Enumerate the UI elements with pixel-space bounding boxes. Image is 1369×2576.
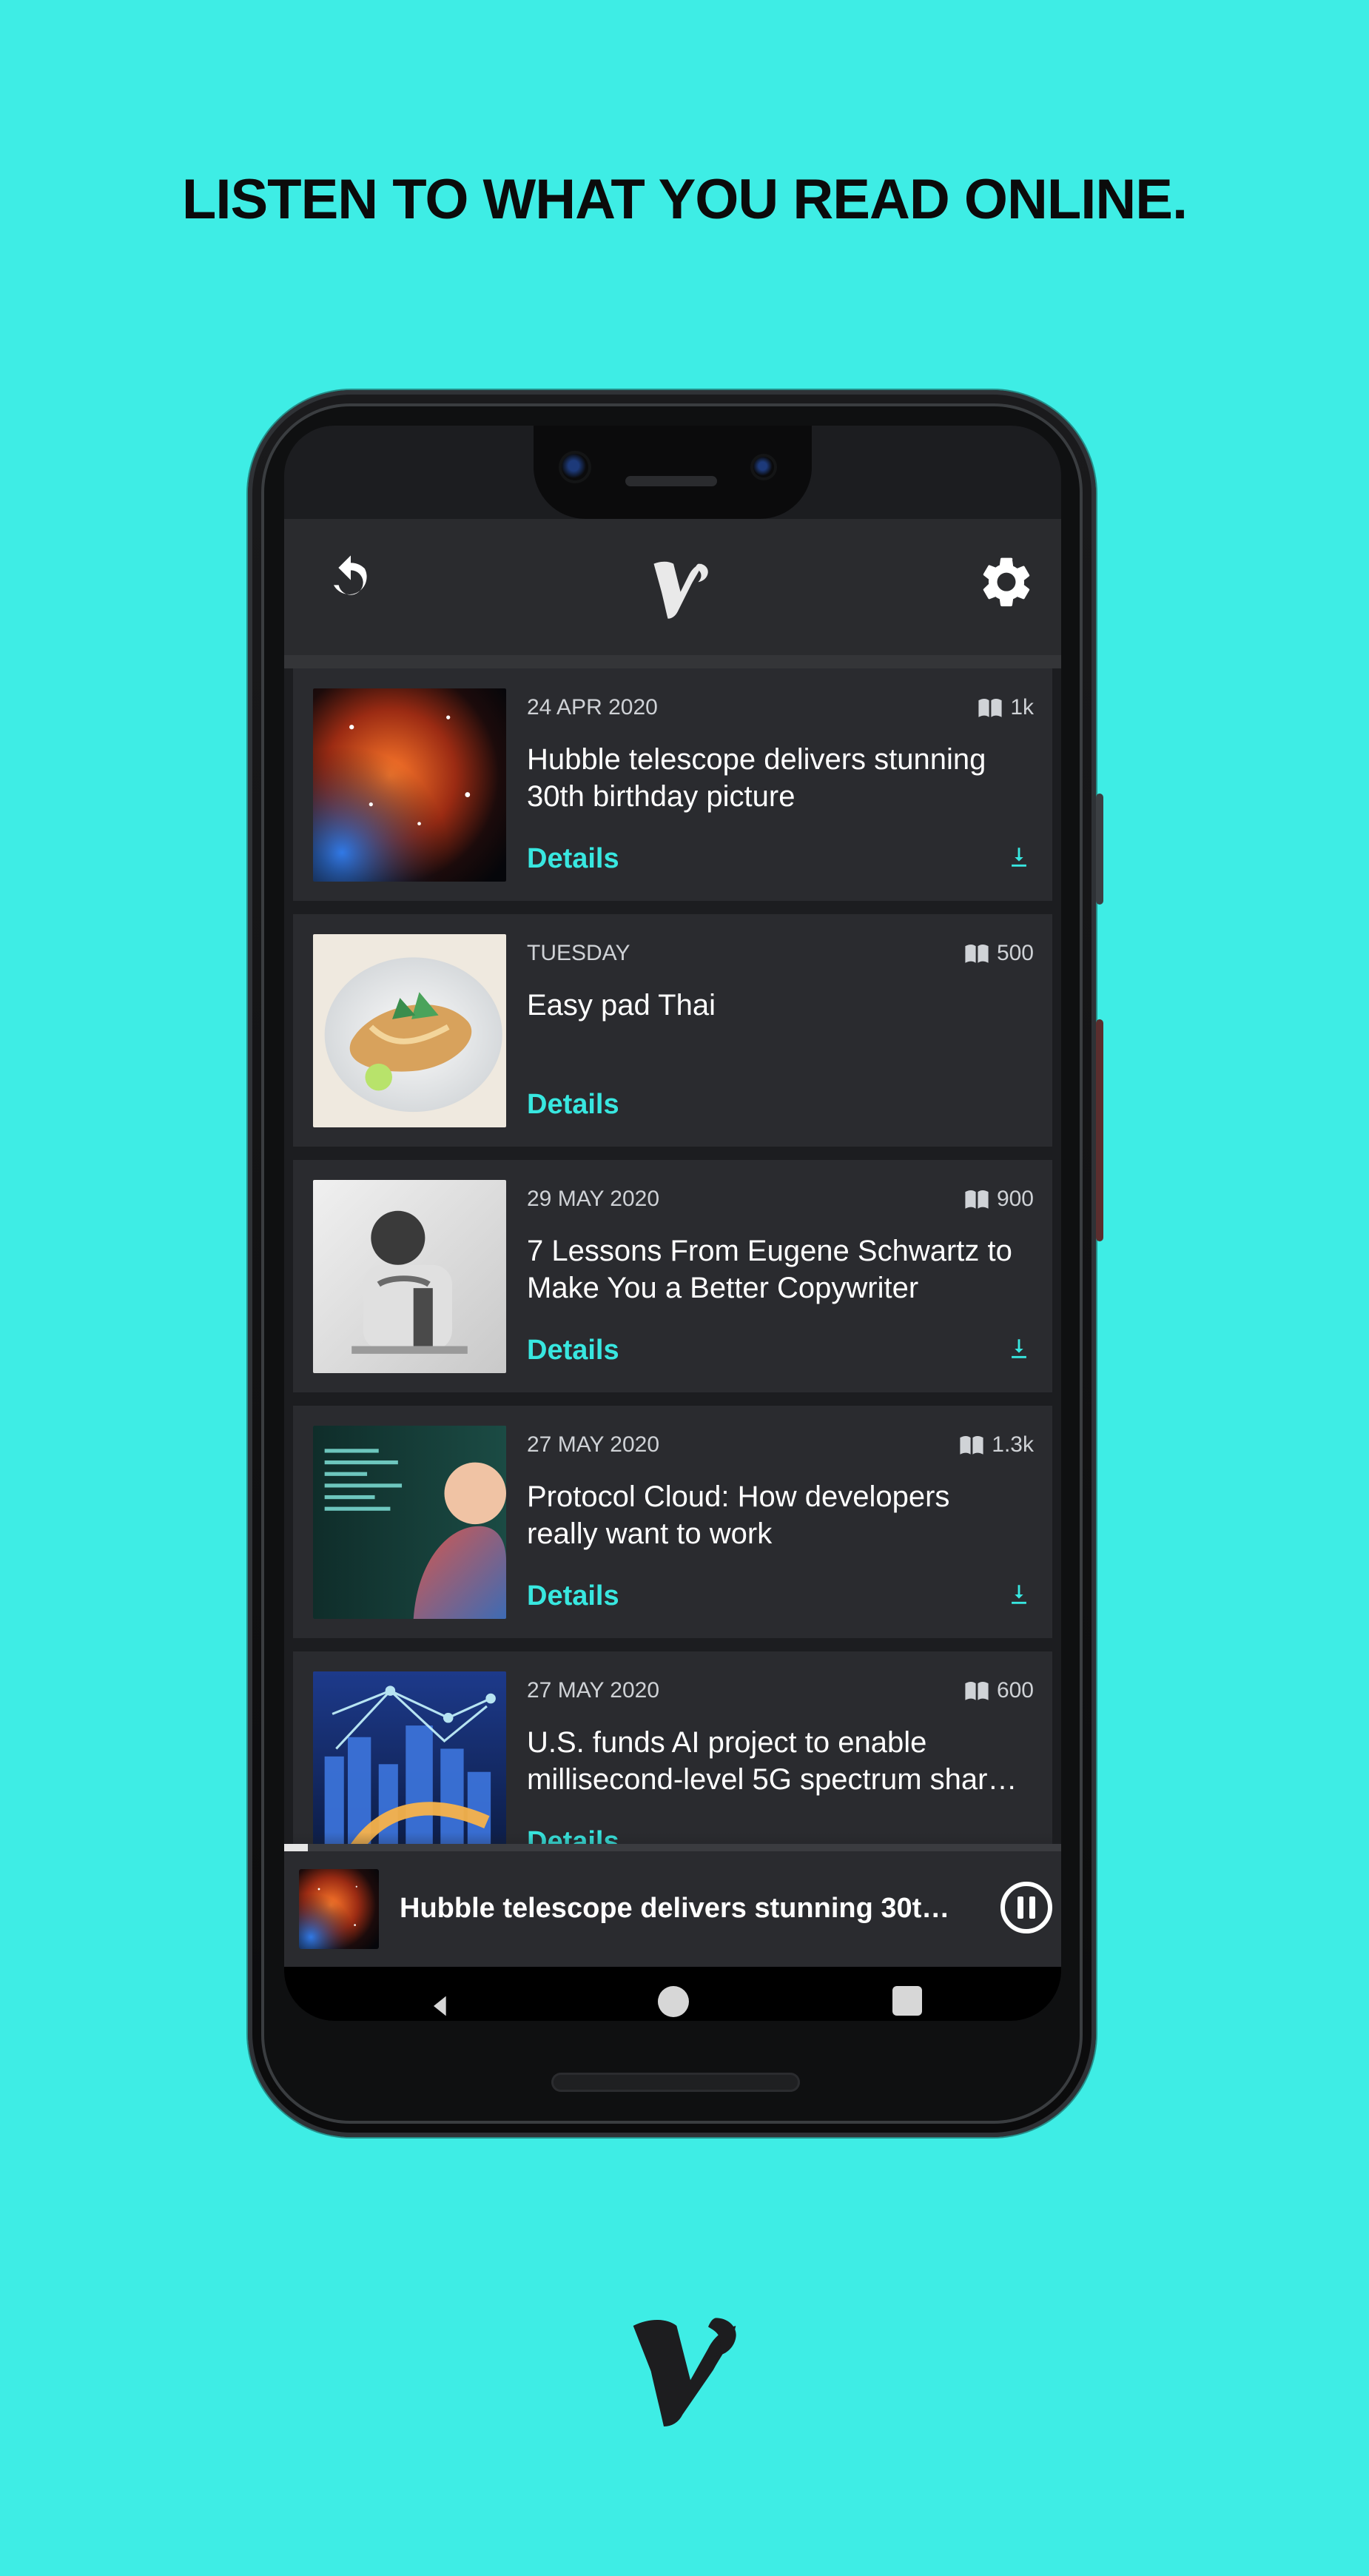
article-title[interactable]: Hubble telescope delivers stunning 30th … bbox=[527, 741, 1023, 815]
article-reads-count: 500 bbox=[996, 941, 1034, 965]
book-icon bbox=[978, 698, 1002, 717]
article-reads-count: 600 bbox=[996, 1678, 1034, 1703]
details-link[interactable]: Details bbox=[527, 843, 619, 875]
article-date: TUESDAY bbox=[527, 941, 630, 965]
settings-gear-icon bbox=[983, 557, 1030, 607]
article-card[interactable]: TUESDAY 500 Easy pad Thai Details bbox=[293, 914, 1052, 1147]
article-meta: TUESDAY 500 bbox=[527, 941, 1034, 966]
article-reads-count: 1k bbox=[1010, 695, 1034, 720]
player-title[interactable]: Hubble telescope delivers stunning 30th … bbox=[400, 1893, 962, 1925]
article-date: 27 MAY 2020 bbox=[527, 1432, 660, 1457]
article-title[interactable]: Protocol Cloud: How developers really wa… bbox=[527, 1478, 1023, 1552]
phone-screen: 24 APR 2020 1k Hubble telescope delivers… bbox=[284, 426, 1061, 2021]
article-date: 24 APR 2020 bbox=[527, 695, 658, 720]
article-meta: 24 APR 2020 1k bbox=[527, 695, 1034, 720]
home-icon[interactable] bbox=[658, 1986, 689, 2017]
article-reads-count: 1.3k bbox=[992, 1432, 1034, 1457]
article-reads: 600 bbox=[964, 1678, 1034, 1703]
article-thumbnail bbox=[313, 1180, 506, 1373]
article-date: 29 MAY 2020 bbox=[527, 1187, 660, 1211]
headline: LISTEN TO WHAT YOU READ ONLINE. bbox=[181, 168, 1188, 231]
article-thumbnail bbox=[313, 688, 506, 882]
article-thumbnail bbox=[313, 934, 506, 1127]
details-link[interactable]: Details bbox=[527, 1089, 619, 1121]
sensor-icon bbox=[753, 457, 774, 477]
article-reads: 1k bbox=[978, 695, 1034, 720]
phone-bottom-speaker bbox=[551, 2073, 800, 2092]
article-card[interactable]: 29 MAY 2020 900 7 Lessons From Eugene Sc… bbox=[293, 1160, 1052, 1392]
details-link[interactable]: Details bbox=[527, 1580, 619, 1612]
article-meta: 27 MAY 2020 1.3k bbox=[527, 1432, 1034, 1458]
vivid-logo bbox=[647, 550, 717, 623]
article-thumbnail bbox=[313, 1426, 506, 1619]
pause-button[interactable] bbox=[1000, 1882, 1052, 1933]
download-button[interactable] bbox=[1006, 1336, 1032, 1361]
playback-progress-fill bbox=[284, 1844, 308, 1851]
article-title[interactable]: Easy pad Thai bbox=[527, 987, 1023, 1024]
article-meta: 29 MAY 2020 900 bbox=[527, 1187, 1034, 1212]
top-app-bar-divider bbox=[284, 655, 1061, 668]
refresh-button[interactable] bbox=[321, 553, 380, 612]
download-button[interactable] bbox=[1006, 1582, 1032, 1607]
article-card[interactable]: 27 MAY 2020 600 U.S. funds AI project to… bbox=[293, 1651, 1052, 1847]
article-date: 27 MAY 2020 bbox=[527, 1678, 660, 1703]
book-icon bbox=[960, 1435, 983, 1455]
article-title[interactable]: 7 Lessons From Eugene Schwartz to Make Y… bbox=[527, 1232, 1023, 1307]
article-card[interactable]: 24 APR 2020 1k Hubble telescope delivers… bbox=[293, 668, 1052, 901]
earpiece-speaker bbox=[625, 476, 717, 486]
phone-side-button bbox=[1096, 794, 1103, 905]
book-icon bbox=[965, 1190, 989, 1209]
download-icon bbox=[1012, 1339, 1026, 1358]
details-link[interactable]: Details bbox=[527, 1335, 619, 1366]
settings-button[interactable] bbox=[977, 553, 1036, 612]
article-card[interactable]: 27 MAY 2020 1.3k Protocol Cloud: How dev… bbox=[293, 1406, 1052, 1638]
article-reads-count: 900 bbox=[996, 1187, 1034, 1211]
recents-icon[interactable] bbox=[892, 1986, 922, 2016]
phone-notch bbox=[534, 426, 812, 519]
download-button[interactable] bbox=[1006, 845, 1032, 870]
phone-volume-button bbox=[1096, 1019, 1103, 1241]
article-title[interactable]: U.S. funds AI project to enable millisec… bbox=[527, 1724, 1023, 1798]
front-camera-icon bbox=[562, 454, 588, 480]
back-icon[interactable] bbox=[426, 1991, 456, 2021]
book-icon bbox=[965, 1681, 989, 1700]
refresh-icon bbox=[333, 555, 367, 595]
vivid-logo bbox=[618, 2308, 751, 2426]
article-reads: 1.3k bbox=[959, 1432, 1034, 1458]
book-icon bbox=[965, 944, 989, 963]
player-thumbnail bbox=[299, 1869, 379, 1949]
download-icon bbox=[1012, 1585, 1026, 1604]
article-thumbnail bbox=[313, 1671, 506, 1847]
article-reads: 500 bbox=[964, 941, 1034, 966]
download-icon bbox=[1012, 848, 1026, 867]
android-navigation-bar bbox=[284, 1967, 1061, 2021]
article-reads: 900 bbox=[964, 1187, 1034, 1212]
mini-player[interactable]: Hubble telescope delivers stunning 30th … bbox=[284, 1851, 1061, 1967]
article-list[interactable]: 24 APR 2020 1k Hubble telescope delivers… bbox=[293, 668, 1052, 1847]
article-meta: 27 MAY 2020 600 bbox=[527, 1678, 1034, 1703]
playback-progress[interactable] bbox=[284, 1844, 1061, 1851]
